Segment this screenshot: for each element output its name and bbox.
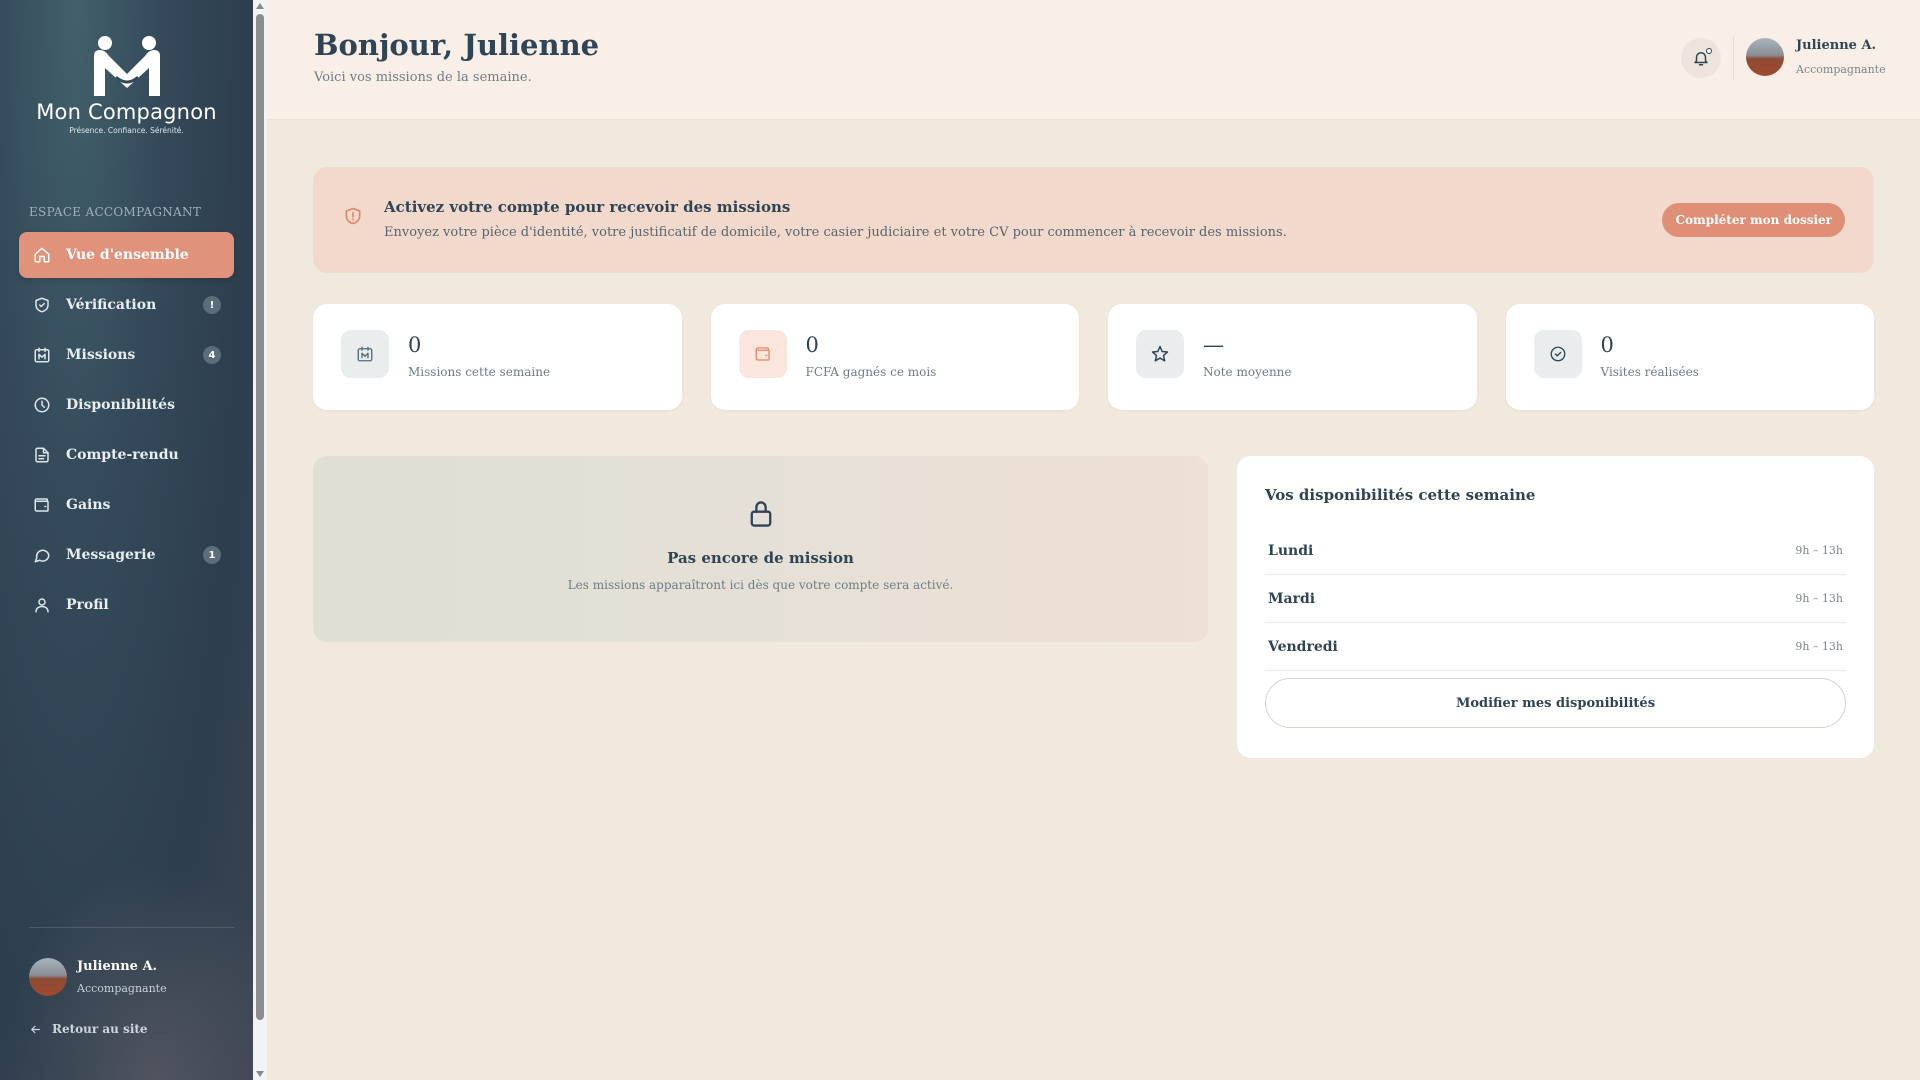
header-divider	[1733, 36, 1734, 80]
availability-list: Lundi 9h – 13h Mardi 9h – 13h Vendredi 9…	[1265, 527, 1846, 671]
sidebar-divider	[29, 927, 234, 928]
sidebar-item-report[interactable]: Compte-rendu	[19, 432, 234, 478]
home-icon	[32, 245, 52, 265]
edit-availability-button[interactable]: Modifier mes disponibilités	[1265, 678, 1846, 728]
sidebar-item-label: Compte-rendu	[66, 447, 179, 463]
sidebar: Mon Compagnon Présence. Confiance. Sérén…	[0, 0, 253, 1080]
brand-logo[interactable]: Mon Compagnon Présence. Confiance. Sérén…	[0, 34, 253, 135]
back-to-site-link[interactable]: Retour au site	[29, 1022, 148, 1036]
nav-badge: 1	[203, 546, 221, 564]
stat-value: 0	[805, 333, 819, 357]
missions-empty-state: Pas encore de mission Les missions appar…	[313, 456, 1208, 642]
sidebar-item-availability[interactable]: Disponibilités	[19, 382, 234, 428]
avatar	[1746, 38, 1784, 76]
document-icon	[32, 445, 52, 465]
brand-tagline: Présence. Confiance. Sérénité.	[69, 126, 184, 135]
stat-value: 0	[1600, 333, 1614, 357]
sidebar-item-label: Gains	[66, 497, 111, 513]
header-user-role: Accompagnante	[1796, 63, 1886, 76]
scroll-down-icon[interactable]	[256, 1071, 264, 1077]
header-user-name: Julienne A.	[1796, 38, 1877, 53]
availability-title: Vos disponibilités cette semaine	[1265, 486, 1536, 504]
stat-label: FCFA gagnés ce mois	[805, 365, 937, 379]
alert-title: Activez votre compte pour recevoir des m…	[384, 198, 791, 216]
sidebar-item-missions[interactable]: Missions 4	[19, 332, 234, 378]
sidebar-item-label: Vérification	[66, 297, 157, 313]
shield-alert-icon	[345, 207, 361, 225]
stat-label: Missions cette semaine	[408, 365, 551, 379]
alert-text: Envoyez votre pièce d'identité, votre ju…	[384, 225, 1287, 240]
brand-name: Mon Compagnon	[36, 100, 217, 124]
avatar	[29, 958, 67, 996]
availability-hours: 9h – 13h	[1795, 592, 1843, 605]
sidebar-user-name: Julienne A.	[77, 959, 158, 974]
sidebar-item-earnings[interactable]: Gains	[19, 482, 234, 528]
stat-card-earnings: 0 FCFA gagnés ce mois	[710, 304, 1079, 410]
sidebar-item-messages[interactable]: Messagerie 1	[19, 532, 234, 578]
page-subtitle: Voici vos missions de la semaine.	[314, 70, 532, 85]
sidebar-item-profile[interactable]: Profil	[19, 582, 234, 628]
complete-file-button[interactable]: Compléter mon dossier	[1662, 203, 1845, 237]
scroll-thumb[interactable]	[256, 14, 264, 1020]
list-item: Mardi 9h – 13h	[1265, 575, 1846, 623]
page-header: Bonjour, Julienne Voici vos missions de …	[267, 0, 1920, 120]
sidebar-item-overview[interactable]: Vue d'ensemble	[19, 232, 234, 278]
sidebar-item-label: Messagerie	[66, 547, 156, 563]
activation-alert: Activez votre compte pour recevoir des m…	[313, 167, 1874, 273]
star-icon	[1136, 330, 1184, 378]
availability-card: Vos disponibilités cette semaine Lundi 9…	[1237, 456, 1874, 758]
availability-hours: 9h – 13h	[1795, 544, 1843, 557]
sidebar-user-role: Accompagnante	[77, 982, 167, 995]
stat-value: —	[1203, 333, 1224, 357]
wallet-icon	[738, 330, 787, 378]
sidebar-item-label: Missions	[66, 347, 136, 363]
sidebar-item-label: Disponibilités	[66, 397, 175, 413]
calendar-icon	[341, 330, 389, 378]
sidebar-item-verification[interactable]: Vérification !	[19, 282, 234, 328]
stat-card-visits: 0 Visites réalisées	[1505, 304, 1874, 410]
list-item: Lundi 9h – 13h	[1265, 527, 1846, 575]
logo-mark-icon	[93, 36, 160, 96]
empty-state-title: Pas encore de mission	[667, 549, 854, 567]
sidebar-scrollbar[interactable]	[253, 0, 267, 1080]
scroll-up-icon[interactable]	[256, 3, 264, 9]
arrow-left-icon	[31, 1025, 40, 1033]
user-icon	[32, 595, 52, 615]
sidebar-section-label: ESPACE ACCOMPAGNANT	[29, 205, 202, 219]
availability-day: Lundi	[1268, 542, 1314, 559]
sidebar-user[interactable]: Julienne A. Accompagnante	[29, 958, 167, 996]
stat-card-rating: — Note moyenne	[1108, 304, 1477, 410]
sidebar-item-label: Profil	[66, 597, 109, 613]
clock-icon	[32, 395, 52, 415]
check-circle-icon	[1533, 330, 1582, 378]
notifications-button[interactable]	[1681, 38, 1721, 78]
list-item: Vendredi 9h – 13h	[1265, 623, 1846, 671]
back-link-label: Retour au site	[52, 1022, 148, 1036]
nav-badge: !	[203, 296, 221, 314]
sidebar-nav: Vue d'ensemble Vérification ! Missions 4…	[19, 232, 234, 632]
empty-state-text: Les missions apparaîtront ici dès que vo…	[567, 578, 954, 592]
stat-card-missions: 0 Missions cette semaine	[313, 304, 682, 410]
stat-label: Visites réalisées	[1600, 365, 1699, 379]
notification-dot	[1706, 48, 1712, 54]
page-title: Bonjour, Julienne	[314, 28, 600, 62]
shield-check-icon	[32, 295, 52, 315]
lock-icon	[750, 501, 772, 527]
header-user-menu[interactable]: Julienne A. Accompagnante	[1746, 38, 1886, 76]
chat-icon	[32, 545, 52, 565]
stat-label: Note moyenne	[1203, 365, 1292, 379]
availability-day: Vendredi	[1268, 638, 1338, 655]
availability-day: Mardi	[1268, 590, 1316, 607]
stats-row: 0 Missions cette semaine 0 FCFA gagnés c…	[313, 304, 1874, 410]
stat-value: 0	[408, 333, 422, 357]
wallet-icon	[32, 495, 52, 515]
calendar-icon	[32, 345, 52, 365]
availability-hours: 9h – 13h	[1795, 640, 1843, 653]
nav-badge: 4	[203, 346, 221, 364]
sidebar-item-label: Vue d'ensemble	[66, 247, 189, 263]
